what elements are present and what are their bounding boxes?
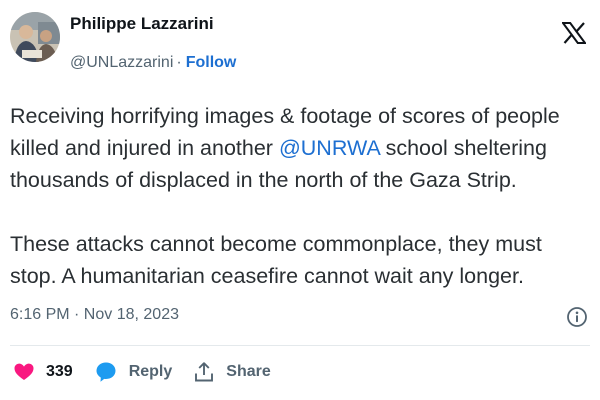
like-button[interactable]: 339 bbox=[14, 363, 73, 381]
avatar-photo bbox=[10, 12, 60, 62]
divider bbox=[10, 345, 590, 346]
tweet-line: stop. A humanitarian ceasefire cannot wa… bbox=[10, 264, 524, 288]
action-bar: 339 Reply Share bbox=[14, 360, 293, 384]
share-label: Share bbox=[226, 363, 271, 380]
author-avatar[interactable] bbox=[10, 12, 60, 62]
tweet-timestamp[interactable]: 6:16 PM · Nov 18, 2023 bbox=[10, 306, 179, 324]
author-handle[interactable]: @UNLazzarini bbox=[70, 54, 173, 71]
tweet-line: These attacks cannot become commonplace,… bbox=[10, 232, 542, 256]
tweet-text-fragment: school sheltering bbox=[379, 136, 547, 160]
reply-button[interactable]: Reply bbox=[95, 361, 173, 383]
follow-button[interactable]: Follow bbox=[186, 54, 237, 71]
reply-label: Reply bbox=[128, 363, 173, 380]
author-handle-row: @UNLazzarini · Follow bbox=[70, 54, 236, 72]
tweet-card: Philippe Lazzarini @UNLazzarini · Follow R… bbox=[0, 0, 600, 400]
like-count: 339 bbox=[46, 363, 73, 380]
tweet-text: Receiving horrifying images & footage of… bbox=[10, 100, 594, 292]
heart-icon bbox=[14, 363, 34, 380]
tweet-line: killed and injured in another @UNRWA sch… bbox=[10, 132, 594, 164]
author-name[interactable]: Philippe Lazzarini bbox=[70, 14, 214, 34]
mention-link[interactable]: @UNRWA bbox=[279, 136, 380, 160]
share-upload-icon bbox=[195, 362, 214, 382]
info-icon[interactable] bbox=[566, 306, 588, 328]
x-logo-icon[interactable] bbox=[561, 22, 587, 44]
tweet-text-fragment: killed and injured in another bbox=[10, 136, 279, 160]
tweet-line: Receiving horrifying images & footage of… bbox=[10, 104, 560, 128]
handle-separator: · bbox=[176, 54, 182, 71]
speech-bubble-icon bbox=[96, 362, 116, 382]
share-button[interactable]: Share bbox=[194, 361, 271, 383]
tweet-line: thousands of displaced in the north of t… bbox=[10, 168, 517, 192]
